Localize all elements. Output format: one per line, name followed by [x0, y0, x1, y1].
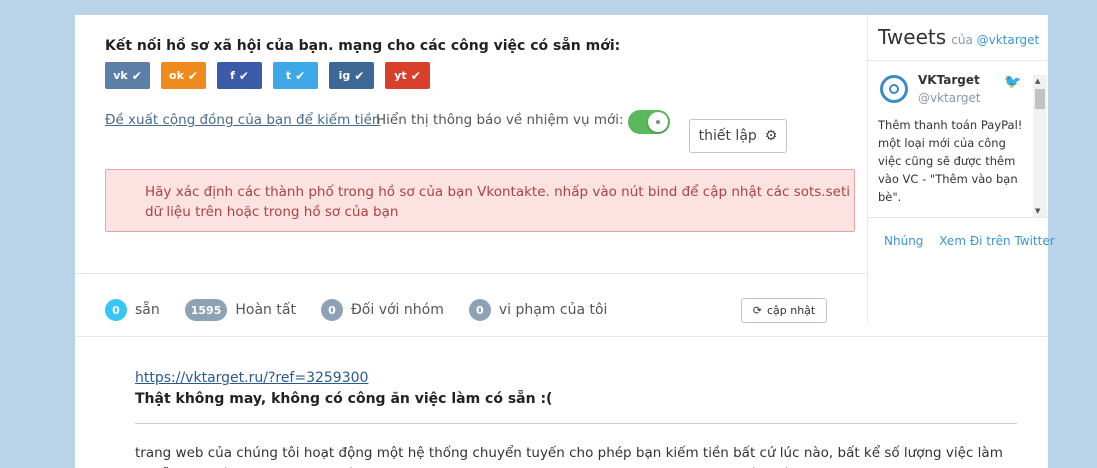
stat-item[interactable]: 1595 Hoàn tất: [184, 299, 296, 321]
divider: [75, 273, 867, 274]
twitter-footer: Nhúng Xem Đi trên Twitter: [884, 234, 1067, 248]
stat-count-badge: 0: [468, 299, 491, 321]
tweet-text: Thêm thanh toán PayPal! một loại mới của…: [878, 118, 1023, 204]
divider: [75, 336, 1048, 337]
social-button-youtube[interactable]: yt ✔: [385, 62, 430, 89]
setup-button[interactable]: thiết lập ⚙: [689, 119, 787, 153]
connect-section: Kết nối hồ sơ xã hội của bạn. mạng cho c…: [75, 15, 867, 273]
check-icon: ✔: [187, 68, 198, 83]
check-icon: ✔: [410, 68, 421, 83]
referral-description: trang web của chúng tôi hoạt động một hệ…: [135, 445, 1003, 468]
stat-count-badge: 0: [105, 299, 127, 321]
facebook-icon: f: [230, 69, 235, 82]
stat-item[interactable]: 0 Đối với nhóm: [320, 299, 444, 321]
twitter-header: Tweets của @vktarget: [878, 25, 1039, 49]
twitter-icon: t: [285, 69, 292, 82]
check-icon: ✔: [131, 68, 142, 83]
referral-link[interactable]: https://vktarget.ru/?ref=3259300: [135, 370, 368, 386]
tweet-author-handle[interactable]: @vktarget: [918, 91, 981, 105]
stat-label: Hoàn tất: [235, 302, 296, 318]
stat-item[interactable]: 0 vi phạm của tôi: [468, 299, 608, 321]
check-icon: ✔: [295, 68, 306, 83]
social-buttons: vk ✔ ok ✔ f ✔ t ✔ ig ✔ yt ✔: [105, 62, 441, 89]
setup-label: thiết lập: [698, 128, 757, 144]
view-on-twitter-link[interactable]: Xem Đi trên Twitter: [939, 234, 1054, 248]
scrollbar-thumb[interactable]: [1035, 89, 1045, 109]
social-button-vk[interactable]: vk ✔: [105, 62, 150, 89]
connect-title: Kết nối hồ sơ xã hội của bạn. mạng cho c…: [105, 38, 621, 54]
community-link[interactable]: Đề xuất cộng đồng của bạn để kiếm tiền: [105, 112, 380, 128]
scroll-up-icon[interactable]: ▲: [1035, 77, 1040, 85]
stat-count-badge: 0: [320, 299, 343, 321]
tweet-timeline: VKTarget @vktarget 🐦 Thêm thanh toán Pay…: [868, 60, 1048, 218]
twitter-widget: Tweets của @vktarget VKTarget @vktarget …: [867, 15, 1055, 323]
odnoklassniki-icon: ok: [169, 69, 184, 82]
refresh-button[interactable]: ⟳ cập nhật: [741, 298, 827, 323]
check-icon: ✔: [354, 68, 365, 83]
divider: [135, 423, 1017, 424]
city-alert: Hãy xác định các thành phố trong hồ sơ c…: [105, 169, 855, 232]
no-jobs-message: Thật không may, không có công ăn việc là…: [135, 391, 553, 407]
tweet-author-name[interactable]: VKTarget: [918, 73, 980, 87]
twitter-bird-icon: 🐦: [1004, 74, 1022, 90]
toggle-knob: [648, 112, 668, 132]
task-stats: 0 sẵn 1595 Hoàn tất 0 Đối với nhóm 0 vi phạm củ…: [105, 299, 632, 321]
embed-link[interactable]: Nhúng: [884, 234, 923, 248]
vk-icon: vk: [113, 69, 128, 82]
social-button-facebook[interactable]: f ✔: [217, 62, 262, 89]
scrollbar[interactable]: ▲ ▼: [1033, 75, 1047, 217]
social-button-twitter[interactable]: t ✔: [273, 62, 318, 89]
gear-icon: ⚙: [764, 128, 778, 144]
refresh-label: cập nhật: [766, 304, 816, 317]
social-button-odnoklassniki[interactable]: ok ✔: [161, 62, 206, 89]
refresh-icon: ⟳: [752, 304, 762, 317]
twitter-handle-link[interactable]: @vktarget: [977, 33, 1040, 47]
stat-label: vi phạm của tôi: [498, 302, 608, 318]
stat-label: Đối với nhóm: [350, 302, 444, 318]
check-icon: ✔: [238, 68, 249, 83]
twitter-title: Tweets: [878, 25, 947, 49]
scroll-down-icon[interactable]: ▼: [1035, 207, 1040, 215]
social-button-instagram[interactable]: ig ✔: [329, 62, 374, 89]
notify-toggle[interactable]: [628, 110, 670, 134]
avatar[interactable]: [880, 75, 908, 103]
youtube-icon: yt: [394, 69, 407, 82]
stat-label: sẵn: [135, 302, 160, 318]
stat-count-badge: 1595: [184, 299, 228, 321]
notify-label: Hiển thị thông báo về nhiệm vụ mới:: [376, 112, 624, 128]
twitter-by: của: [951, 33, 973, 47]
instagram-icon: ig: [338, 69, 351, 82]
main-panel: Kết nối hồ sơ xã hội của bạn. mạng cho c…: [75, 15, 1055, 468]
stat-item[interactable]: 0 sẵn: [105, 299, 160, 321]
